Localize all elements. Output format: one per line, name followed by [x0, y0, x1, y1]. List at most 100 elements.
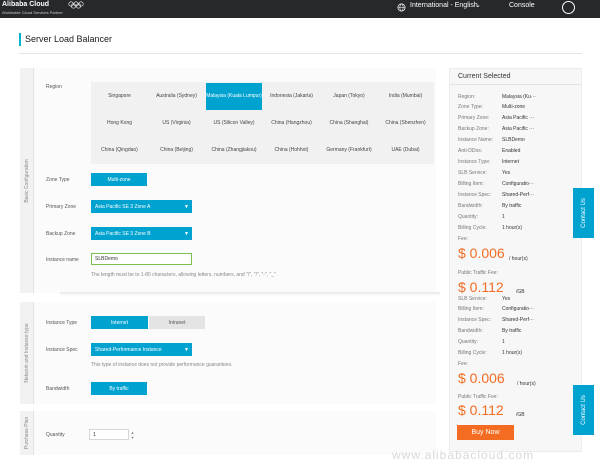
primary-zone-label: Primary Zone	[46, 204, 77, 210]
region-option[interactable]: Australia (Sydney)	[148, 83, 205, 110]
contact-us-tab[interactable]: Contact Us	[573, 188, 594, 238]
summary-value: Shared-Perf···	[502, 192, 534, 198]
summary-value: 1 hour(s)	[502, 350, 523, 356]
instance-spec-help-text: This type of instance does not provide p…	[91, 362, 233, 368]
purchase-plan-section	[20, 411, 436, 455]
quantity-label: Quantity	[46, 432, 65, 438]
summary-value: Configuratio···	[502, 306, 534, 312]
fee-label: Fee:	[458, 236, 469, 242]
summary-key: Billing Item:	[458, 181, 484, 187]
region-option[interactable]: China (Shanghai)	[321, 110, 377, 137]
summary-key: Instance Type:	[458, 159, 491, 165]
user-avatar-icon[interactable]	[562, 1, 575, 14]
summary-key: Billing Item:	[458, 306, 484, 312]
contact-us-tab[interactable]: Contact Us	[573, 385, 594, 435]
summary-key: Instance Spec:	[458, 317, 492, 323]
divider-shadow	[60, 292, 440, 296]
region-option[interactable]: China (Zhangjiakou)	[206, 137, 262, 164]
summary-value: Yes	[502, 170, 511, 176]
summary-value: Asia Pacific ···	[502, 115, 535, 121]
caret-down-icon: ▼	[184, 203, 189, 210]
summary-key: Bandwidth:	[458, 203, 483, 209]
zone-type-label: Zone Type	[46, 177, 70, 183]
instance-type-intranet-button[interactable]: Intranet	[149, 316, 205, 329]
summary-key: Primary Zone:	[458, 115, 490, 121]
region-option[interactable]: US (Virginia)	[148, 110, 205, 137]
public-traffic-fee-unit: /GB	[516, 289, 525, 295]
console-link[interactable]: Console	[509, 2, 535, 9]
backup-zone-label: Backup Zone	[46, 231, 76, 237]
fee-price: $ 0.006	[458, 370, 505, 386]
bandwidth-label: Bandwidth	[46, 386, 70, 392]
fee-unit: / hour(s)	[509, 256, 528, 262]
summary-key: SLB Service:	[458, 296, 487, 302]
summary-key: Backup Zone:	[458, 126, 489, 132]
public-traffic-fee-price: $ 0.112	[458, 402, 504, 418]
region-option[interactable]: Hong Kong	[92, 110, 147, 137]
instance-name-help-text: The length must be to 1-80 characters, a…	[91, 272, 276, 278]
summary-key: Zone Type:	[458, 104, 483, 110]
globe-icon	[397, 3, 406, 12]
summary-key: SLB Service:	[458, 170, 487, 176]
fee-unit: / hour(s)	[517, 381, 536, 387]
region-option[interactable]: Indonesia (Jakarta)	[263, 83, 320, 110]
section-side-tab: Network and Instance type	[20, 302, 34, 404]
bandwidth-by-traffic-button[interactable]: By traffic	[91, 382, 147, 395]
primary-zone-dropdown[interactable]: Asia Pacific SE 3 Zone A ▼	[91, 200, 192, 213]
backup-zone-value: Asia Pacific SE 3 Zone B	[95, 230, 151, 237]
instance-type-label: Instance Type	[46, 320, 78, 326]
caret-down-icon: ▼	[184, 230, 189, 237]
network-instance-section	[20, 302, 436, 404]
chevron-down-icon: ⌄	[475, 2, 481, 9]
public-traffic-fee-price: $ 0.112	[458, 279, 504, 295]
region-option[interactable]: India (Mumbai)	[378, 83, 433, 110]
summary-key: Bandwidth:	[458, 328, 483, 334]
region-option-selected[interactable]: Malaysia (Kuala Lumpur)	[206, 83, 262, 110]
section-label: Basic Configuration	[23, 158, 30, 203]
summary-value: Yes	[502, 296, 511, 302]
region-option[interactable]: Singapore	[92, 83, 147, 110]
fee-label: Fee:	[458, 361, 469, 367]
summary-key: Quantity:	[458, 214, 479, 220]
buy-now-button[interactable]: Buy Now	[457, 425, 514, 440]
summary-key: Anti-DDos:	[458, 148, 483, 154]
summary-value: Enabled	[502, 148, 521, 154]
summary-value: Asia Pacific ···	[502, 126, 535, 132]
quantity-input[interactable]	[89, 429, 129, 440]
divider	[450, 84, 581, 85]
summary-value: By traffic	[502, 328, 522, 334]
section-side-tab: Purchase Plan	[20, 411, 34, 455]
instance-spec-dropdown[interactable]: Shared-Performance Instance ▼	[91, 343, 192, 356]
language-selector[interactable]: International - English	[410, 2, 478, 9]
instance-type-internet-button[interactable]: Internet	[91, 316, 148, 329]
public-traffic-fee-unit: /GB	[516, 412, 525, 418]
summary-key: Billing Cycle:	[458, 350, 487, 356]
summary-value: By traffic	[502, 203, 522, 209]
region-option[interactable]: China (Shenzhen)	[378, 110, 433, 137]
zone-type-multi-zone-button[interactable]: Multi-zone	[91, 173, 147, 186]
region-option[interactable]: US (Silicon Valley)	[206, 110, 262, 137]
fee-price: $ 0.006	[458, 245, 505, 261]
instance-name-label: Instance name	[46, 257, 79, 263]
contact-us-label: Contact Us	[580, 198, 587, 228]
chevron-down-icon[interactable]: ▼	[131, 435, 135, 440]
region-option[interactable]: China (Qingdao)	[92, 137, 147, 164]
region-option[interactable]: UAE (Dubai)	[378, 137, 433, 164]
region-option[interactable]: China (Hangzhou)	[263, 110, 320, 137]
instance-name-input[interactable]	[91, 253, 192, 265]
divider	[19, 53, 582, 54]
region-option[interactable]: China (Hohhot)	[263, 137, 320, 164]
quantity-stepper[interactable]: ▲ ▼	[129, 429, 136, 440]
summary-value: 1	[502, 214, 505, 220]
summary-value: Shared-Perf···	[502, 317, 534, 323]
alibaba-cloud-logo[interactable]: Alibaba Cloud	[2, 1, 49, 8]
logo-tagline: Worldwide Cloud Services Partner	[2, 10, 63, 15]
public-traffic-fee-label: Public Traffic Fee:	[458, 270, 498, 276]
summary-key: Instance Spec:	[458, 192, 492, 198]
summary-value: 1 hour(s)	[502, 225, 523, 231]
region-option[interactable]: Japan (Tokyo)	[321, 83, 377, 110]
region-option[interactable]: China (Beijing)	[148, 137, 205, 164]
backup-zone-dropdown[interactable]: Asia Pacific SE 3 Zone B ▼	[91, 227, 192, 240]
summary-value: Multi-zone	[502, 104, 526, 110]
region-option[interactable]: Germany (Frankfurt)	[321, 137, 377, 164]
